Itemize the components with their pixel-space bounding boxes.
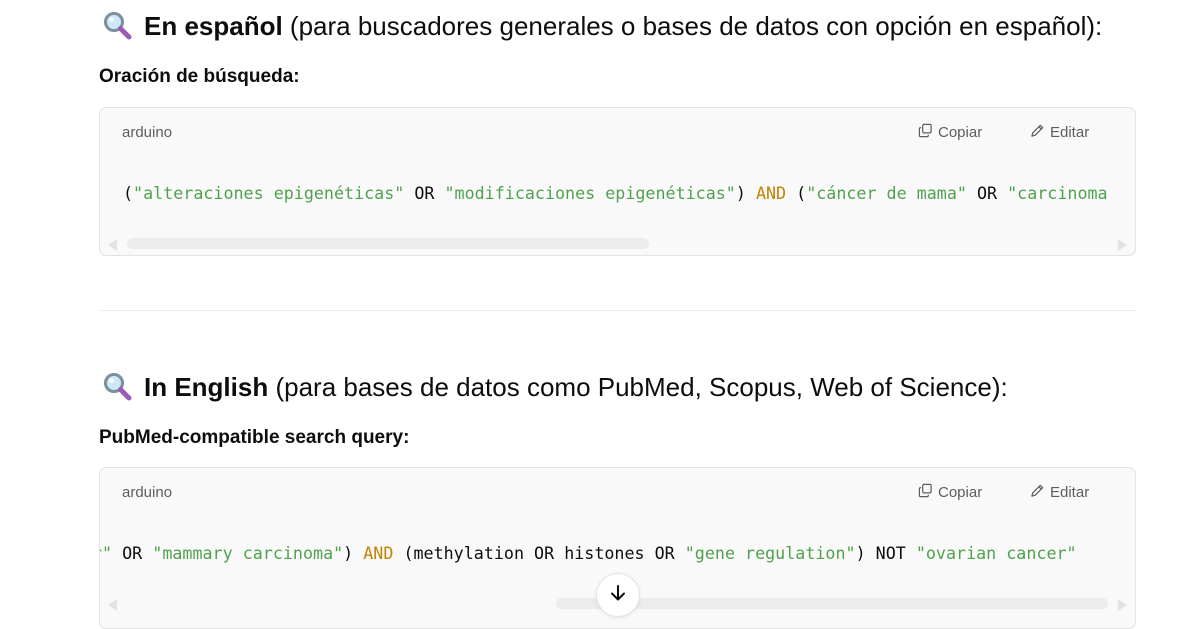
code-token: r" — [100, 543, 113, 563]
code-token: (methylation OR histones OR — [393, 543, 685, 563]
horizontal-scrollbar[interactable] — [108, 237, 1127, 251]
code-token: "gene regulation" — [684, 543, 856, 563]
code-token: ) NOT — [855, 543, 916, 563]
code-block-es: arduino Copiar Editar ("alteraciones epi… — [99, 107, 1136, 256]
section-divider — [99, 310, 1136, 311]
code-line-en: r" OR "mammary carcinoma") AND (methylat… — [100, 542, 1077, 564]
code-token: ( — [786, 183, 807, 203]
code-token: "mammary carcinoma" — [152, 543, 344, 563]
code-token: ) — [343, 543, 364, 563]
scroll-right-arrow-icon[interactable] — [1118, 239, 1127, 251]
section-heading-en-bold: In English — [144, 372, 269, 402]
code-token: OR — [966, 183, 1008, 203]
code-token: "alteraciones epigenéticas" — [133, 183, 405, 203]
scrollbar-thumb[interactable] — [127, 238, 649, 249]
section-heading-es-bold: En español — [144, 11, 283, 41]
code-line-es: ("alteraciones epigenéticas" OR "modific… — [123, 182, 1108, 204]
code-viewport[interactable]: ("alteraciones epigenéticas" OR "modific… — [100, 108, 1135, 255]
magnifying-glass-icon — [102, 10, 132, 40]
subheading-en: PubMed-compatible search query: — [99, 427, 410, 448]
section-heading-en-rest: (para bases de datos como PubMed, Scopus… — [268, 372, 1008, 402]
scroll-left-arrow-icon[interactable] — [108, 599, 117, 611]
magnifying-glass-icon — [102, 371, 132, 401]
scroll-left-arrow-icon[interactable] — [108, 239, 117, 251]
code-token: "carcinoma — [1007, 183, 1108, 203]
code-token: "cáncer de mama" — [806, 183, 967, 203]
section-heading-en: In English (para bases de datos como Pub… — [102, 371, 1008, 403]
scroll-to-bottom-button[interactable] — [596, 573, 640, 617]
code-token: AND — [755, 183, 787, 203]
code-token: "modificaciones epigenéticas" — [444, 183, 736, 203]
code-token: ) — [735, 183, 756, 203]
code-token: AND — [363, 543, 394, 563]
code-token: ( — [123, 183, 134, 203]
code-token: "ovarian cancer" — [915, 543, 1077, 563]
subheading-es: Oración de búsqueda: — [99, 66, 300, 87]
section-heading-es: En español (para buscadores generales o … — [102, 10, 1102, 42]
code-token: OR — [112, 543, 153, 563]
arrow-down-icon — [608, 583, 628, 608]
scroll-right-arrow-icon[interactable] — [1118, 599, 1127, 611]
section-heading-es-rest: (para buscadores generales o bases de da… — [282, 11, 1103, 41]
code-token: OR — [404, 183, 445, 203]
